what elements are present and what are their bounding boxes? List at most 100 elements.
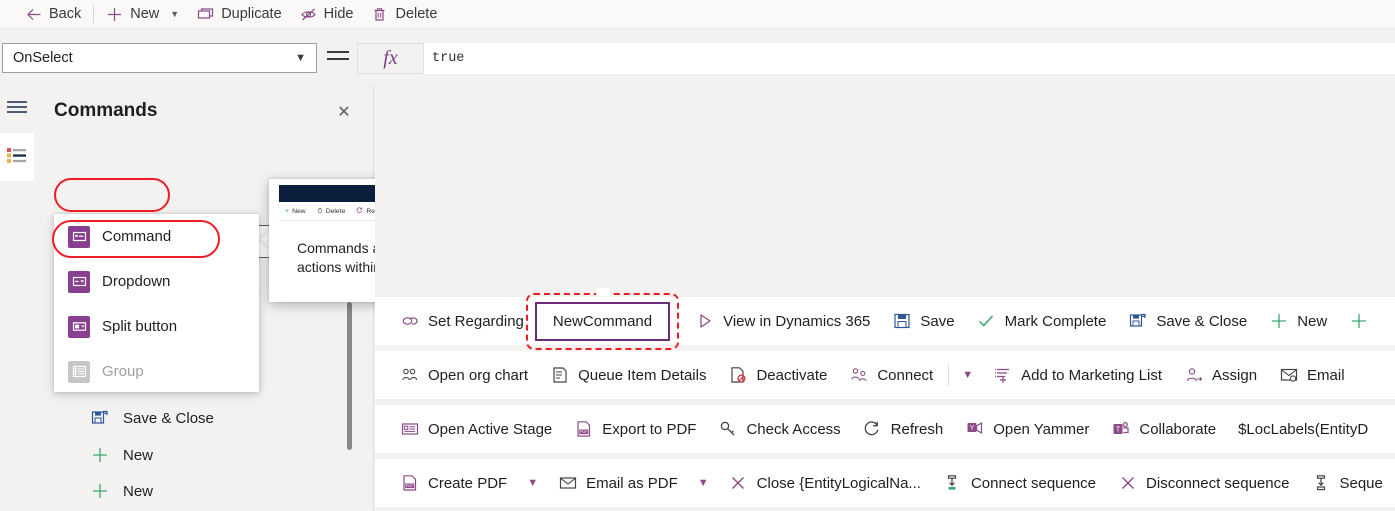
new-button[interactable]: New ▼ <box>97 0 188 28</box>
button-refresh[interactable]: Refresh <box>852 409 955 449</box>
svg-text:Y: Y <box>969 425 974 432</box>
button-open-yammer[interactable]: Y Open Yammer <box>954 409 1100 449</box>
button-close-entity[interactable]: Close {EntityLogicalNa... <box>718 463 932 503</box>
button-label: Open org chart <box>428 366 529 384</box>
close-icon[interactable]: ✕ <box>333 101 355 123</box>
button-label: View in Dynamics 365 <box>723 312 871 330</box>
button-email[interactable]: Email <box>1268 355 1356 395</box>
delete-button[interactable]: Delete <box>362 0 446 28</box>
sequence-icon <box>943 474 962 493</box>
refresh-icon <box>356 206 363 216</box>
check-icon <box>977 312 996 331</box>
tree-view-button[interactable] <box>0 133 34 181</box>
button-assign[interactable]: Assign <box>1173 355 1268 395</box>
yammer-icon: Y <box>965 420 984 439</box>
hamburger-menu-button[interactable] <box>0 85 34 133</box>
button-open-active-stage[interactable]: Open Active Stage <box>389 409 563 449</box>
back-label: Back <box>49 6 82 22</box>
pdf-icon: PDF <box>574 420 593 439</box>
button-create-pdf[interactable]: PDF Create PDF <box>389 463 518 503</box>
button-sequence[interactable]: Seque <box>1300 463 1393 503</box>
button-label: Email <box>1307 366 1345 384</box>
button-export-to-pdf[interactable]: PDF Export to PDF <box>563 409 707 449</box>
button-disconnect-sequence[interactable]: Disconnect sequence <box>1107 463 1300 503</box>
chevron-down-icon[interactable]: ▼ <box>170 9 179 19</box>
button-label: Save & Close <box>1156 312 1248 330</box>
chevron-down-icon[interactable]: ▼ <box>953 355 982 395</box>
new-dropdown-menu: Command Dropdown Split button Group <box>54 214 259 392</box>
preview-command-label: Delete <box>325 207 346 215</box>
plus-icon <box>90 482 109 501</box>
list-item[interactable]: New <box>90 473 153 509</box>
button-label: Set Regarding <box>428 312 524 330</box>
chevron-down-icon: ▼ <box>295 52 306 64</box>
fx-button[interactable]: fx <box>357 43 424 74</box>
button-save-and-close[interactable]: Save & Close <box>1117 301 1258 341</box>
chevron-down-icon[interactable]: ▼ <box>689 463 718 503</box>
button-check-access[interactable]: Check Access <box>707 409 851 449</box>
button-label: NewCommand <box>552 312 653 330</box>
teams-icon: T <box>1111 420 1130 439</box>
hide-button[interactable]: Hide <box>291 0 363 28</box>
split-button-icon <box>68 315 90 338</box>
ribbon-row-3: Open Active Stage PDF Export to PDF Chec… <box>375 405 1395 453</box>
button-save[interactable]: Save <box>881 301 965 341</box>
text-loclabels[interactable]: $LocLabels(EntityD <box>1227 409 1379 449</box>
button-label: Mark Complete <box>1004 312 1107 330</box>
assign-icon <box>1184 366 1203 385</box>
button-email-as-pdf[interactable]: Email as PDF <box>547 463 689 503</box>
back-button[interactable]: Back <box>16 0 90 28</box>
button-open-org-chart[interactable]: Open org chart <box>389 355 539 395</box>
save-icon <box>892 312 911 331</box>
formula-bar-row: OnSelect ▼ fx true <box>0 29 1395 85</box>
button-set-regarding[interactable]: Set Regarding <box>389 301 535 341</box>
button-mark-complete[interactable]: Mark Complete <box>966 301 1118 341</box>
chevron-down-icon[interactable]: ▼ <box>518 463 547 503</box>
app-canvas: Set Regarding NewCommand View in Dynamic… <box>375 85 1395 511</box>
button-new-overflow[interactable] <box>1338 301 1388 341</box>
play-icon <box>695 312 714 331</box>
menu-item-label: Group <box>102 363 144 380</box>
menu-item-label: Dropdown <box>102 273 171 290</box>
property-select[interactable]: OnSelect ▼ <box>2 43 317 73</box>
org-chart-icon <box>400 366 419 385</box>
selection-handle[interactable] <box>595 287 610 296</box>
dropdown-icon <box>68 270 90 293</box>
button-deactivate[interactable]: Deactivate <box>717 355 838 395</box>
command-icon <box>68 225 90 248</box>
plus-icon <box>1349 312 1368 331</box>
button-queue-item-details[interactable]: Queue Item Details <box>539 355 717 395</box>
button-label: Collaborate <box>1139 420 1217 438</box>
button-label: Add to Marketing List <box>1021 366 1163 384</box>
button-collaborate[interactable]: T Collaborate <box>1100 409 1227 449</box>
duplicate-button[interactable]: Duplicate <box>188 0 290 28</box>
top-command-bar: Back New ▼ Duplicate Hide Delete <box>0 0 1395 29</box>
list-item-label: New <box>123 482 154 500</box>
button-newcommand[interactable]: NewCommand <box>534 301 671 341</box>
plus-icon <box>1269 312 1288 331</box>
button-label: Check Access <box>746 420 841 438</box>
formula-input[interactable]: true <box>424 43 1395 74</box>
plus-icon <box>106 6 123 23</box>
button-connect-sequence[interactable]: Connect sequence <box>932 463 1107 503</box>
pdf-icon: PDF <box>400 474 419 493</box>
button-connect[interactable]: Connect <box>838 355 944 395</box>
button-view-in-dynamics-365[interactable]: View in Dynamics 365 <box>684 301 881 341</box>
menu-item-dropdown[interactable]: Dropdown <box>54 259 259 304</box>
list-item[interactable]: New <box>90 437 153 473</box>
svg-text:T: T <box>1116 425 1121 434</box>
email-icon <box>558 474 577 493</box>
button-label: Connect sequence <box>970 474 1097 492</box>
button-label: Queue Item Details <box>578 366 707 384</box>
ribbon-row-4: PDF Create PDF ▼ Email as PDF ▼ Close {E… <box>375 459 1395 507</box>
formula-value: true <box>432 51 465 66</box>
list-item[interactable]: Save & Close <box>90 400 214 436</box>
eye-hidden-icon <box>300 6 317 23</box>
menu-item-split-button[interactable]: Split button <box>54 304 259 349</box>
ribbon-row-2: Open org chart Queue Item Details Deacti… <box>375 351 1395 399</box>
button-new[interactable]: New <box>1258 301 1338 341</box>
toolbar-divider <box>93 5 95 23</box>
button-add-to-marketing-list[interactable]: Add to Marketing List <box>982 355 1173 395</box>
menu-item-command[interactable]: Command <box>54 214 259 259</box>
panel-scrollbar[interactable] <box>347 302 352 450</box>
